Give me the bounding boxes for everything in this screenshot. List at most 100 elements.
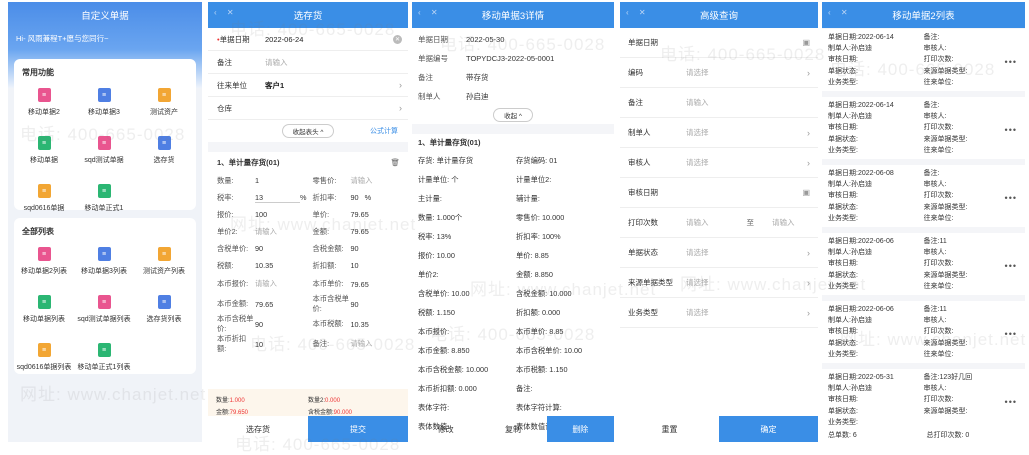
form-value[interactable]: 13 bbox=[255, 193, 300, 203]
nav-icons[interactable]: ‹ ✕ bbox=[626, 8, 650, 17]
query-row[interactable]: 来源单据类型 请选择 › bbox=[620, 268, 818, 298]
trash-icon[interactable]: 🗑 bbox=[390, 158, 400, 167]
form-value[interactable]: 79.65 bbox=[351, 280, 369, 289]
query-row[interactable]: 制单人 请选择 › bbox=[620, 118, 818, 148]
more-icon[interactable]: ••• bbox=[1005, 397, 1017, 407]
date-field[interactable]: •单据日期 2022-06-24 ✕ bbox=[208, 28, 408, 51]
form-value[interactable]: 90 bbox=[351, 300, 359, 309]
grid-item[interactable]: ≡ 移动单据2列表 bbox=[14, 241, 74, 289]
form-value[interactable]: 10 bbox=[255, 340, 263, 349]
grid-item[interactable]: ≡ 选存货 bbox=[134, 130, 194, 178]
calendar-icon[interactable]: ▣ bbox=[802, 38, 810, 47]
list-item[interactable]: 单据日期:2022-06-14 备注: 制单人:孙启迪 审核人: 审核日期: 打印次数: 单… bbox=[822, 29, 1025, 91]
query-row[interactable]: 审核日期 ▣ bbox=[620, 178, 818, 208]
query-input[interactable]: 请选择 bbox=[686, 307, 709, 318]
form-value[interactable]: 79.65 bbox=[351, 210, 369, 219]
form-cell[interactable]: 税率: 13% bbox=[217, 189, 313, 206]
partner-field[interactable]: 往来单位 客户1 › bbox=[208, 74, 408, 97]
form-value[interactable]: 79.65 bbox=[351, 227, 369, 236]
query-input[interactable]: 请输入 bbox=[686, 217, 709, 228]
select-inventory-button[interactable]: 选存货 bbox=[208, 416, 308, 442]
form-value[interactable]: 90 bbox=[255, 320, 263, 329]
query-row[interactable]: 单据状态 请选择 › bbox=[620, 238, 818, 268]
form-cell[interactable]: 本币单价: 79.65 bbox=[313, 274, 409, 294]
query-input[interactable]: 请选择 bbox=[686, 127, 709, 138]
query-row[interactable]: 单据日期 ▣ bbox=[620, 28, 818, 58]
form-cell[interactable]: 本币金额: 79.65 bbox=[217, 294, 313, 314]
list-item[interactable]: 单据日期:2022-05-31 备注:123好几回 制单人:孙启迪 审核人: 审核日期:… bbox=[822, 369, 1025, 431]
edit-button[interactable]: 修改 bbox=[412, 416, 479, 442]
form-cell[interactable]: 含税金额: 90 bbox=[313, 240, 409, 257]
form-value[interactable]: 请输入 bbox=[255, 279, 277, 289]
list-item[interactable]: 单据日期:2022-06-08 备注: 制单人:孙启迪 审核人: 审核日期: 打印次数: 单… bbox=[822, 165, 1025, 227]
form-cell[interactable]: 本币含税单价: 90 bbox=[313, 294, 409, 314]
query-row[interactable]: 审核人 请选择 › bbox=[620, 148, 818, 178]
collapse-header-button[interactable]: 收起表头 ^ bbox=[281, 124, 335, 138]
form-value[interactable]: 100 bbox=[255, 210, 267, 219]
query-input[interactable]: 请选择 bbox=[686, 277, 709, 288]
form-cell[interactable]: 单价: 79.65 bbox=[313, 206, 409, 223]
form-cell[interactable]: 本币折扣额: 10 bbox=[217, 334, 313, 354]
list-item[interactable]: 单据日期:2022-06-14 备注: 制单人:孙启迪 审核人: 审核日期: 打印次数: 单… bbox=[822, 97, 1025, 159]
query-input[interactable]: 请选择 bbox=[686, 67, 709, 78]
copy-button[interactable]: 复制 bbox=[479, 416, 546, 442]
form-value[interactable]: 10 bbox=[351, 261, 359, 270]
form-value[interactable]: 90 bbox=[351, 244, 359, 253]
query-row[interactable]: 备注 请输入 bbox=[620, 88, 818, 118]
query-row[interactable]: 打印次数 请输入 至 请输入 bbox=[620, 208, 818, 238]
reset-button[interactable]: 重置 bbox=[620, 416, 719, 442]
grid-item[interactable]: ≡ sqd测试单据 bbox=[74, 130, 134, 178]
form-cell[interactable]: 折扣率: 90% bbox=[313, 189, 409, 206]
form-cell[interactable]: 报价: 100 bbox=[217, 206, 313, 223]
calendar-icon[interactable]: ▣ bbox=[802, 188, 810, 197]
list-item[interactable]: 单据日期:2022-06-06 备注:11 制单人:孙启迪 审核人: 审核日期: 打印次数… bbox=[822, 233, 1025, 295]
query-row[interactable]: 业务类型 请选择 › bbox=[620, 298, 818, 328]
more-icon[interactable]: ••• bbox=[1005, 261, 1017, 271]
form-value[interactable]: 79.65 bbox=[255, 300, 273, 309]
grid-item[interactable]: ≡ sqd测试单据列表 bbox=[74, 289, 134, 337]
query-input-to[interactable]: 请输入 bbox=[772, 217, 795, 228]
nav-icons[interactable]: ‹ ✕ bbox=[828, 8, 852, 17]
form-value[interactable]: 10.35 bbox=[351, 320, 369, 329]
grid-item[interactable]: ≡ 移动单据2 bbox=[14, 82, 74, 130]
form-value[interactable]: 1 bbox=[255, 176, 259, 185]
form-cell[interactable]: 本币税额: 10.35 bbox=[313, 314, 409, 334]
more-icon[interactable]: ••• bbox=[1005, 125, 1017, 135]
warehouse-field[interactable]: 仓库 › bbox=[208, 97, 408, 120]
form-value[interactable]: 请输入 bbox=[351, 176, 373, 186]
grid-item[interactable]: ≡ 移动单据3列表 bbox=[74, 241, 134, 289]
grid-item[interactable]: ≡ 移动单正式1列表 bbox=[74, 337, 134, 385]
form-cell[interactable]: 本币含税单价: 90 bbox=[217, 314, 313, 334]
query-input[interactable]: 请输入 bbox=[686, 97, 709, 108]
form-cell[interactable]: 本币报价: 请输入 bbox=[217, 274, 313, 294]
form-cell[interactable]: 数量: 1 bbox=[217, 172, 313, 189]
clear-icon[interactable]: ✕ bbox=[393, 35, 402, 44]
remark-field[interactable]: 备注 请输入 bbox=[208, 51, 408, 74]
grid-item[interactable]: ≡ 测试资产 bbox=[134, 82, 194, 130]
submit-button[interactable]: 提交 bbox=[308, 416, 408, 442]
nav-icons[interactable]: ‹ ✕ bbox=[418, 8, 442, 17]
more-icon[interactable]: ••• bbox=[1005, 329, 1017, 339]
form-cell[interactable]: 税额: 10.35 bbox=[217, 257, 313, 274]
list-item[interactable]: 单据日期:2022-06-06 备注:11 制单人:孙启迪 审核人: 审核日期: 打印次数… bbox=[822, 301, 1025, 363]
grid-item[interactable]: ≡ 移动单据列表 bbox=[14, 289, 74, 337]
more-icon[interactable]: ••• bbox=[1005, 57, 1017, 67]
grid-item[interactable]: ≡ sqd0616单据列表 bbox=[14, 337, 74, 385]
grid-item[interactable]: ≡ 测试资产列表 bbox=[134, 241, 194, 289]
form-cell[interactable]: 单价2: 请输入 bbox=[217, 223, 313, 240]
grid-item[interactable]: ≡ 移动单据3 bbox=[74, 82, 134, 130]
form-value[interactable]: 10.35 bbox=[255, 261, 273, 270]
form-value[interactable]: 请输入 bbox=[255, 227, 277, 237]
nav-icons[interactable]: ‹ ✕ bbox=[214, 8, 238, 17]
formula-link[interactable]: 公式计算 bbox=[370, 126, 398, 136]
grid-item[interactable]: ≡ 选存货列表 bbox=[134, 289, 194, 337]
form-cell[interactable]: 备注: 请输入 bbox=[313, 334, 409, 354]
delete-button[interactable]: 删除 bbox=[546, 416, 614, 442]
form-value[interactable]: 90 bbox=[351, 193, 359, 202]
form-cell[interactable]: 含税单价: 90 bbox=[217, 240, 313, 257]
form-value[interactable]: 请输入 bbox=[351, 339, 373, 349]
confirm-button[interactable]: 确定 bbox=[719, 416, 818, 442]
form-value[interactable]: 90 bbox=[255, 244, 263, 253]
more-icon[interactable]: ••• bbox=[1005, 193, 1017, 203]
query-input[interactable]: 请选择 bbox=[686, 247, 709, 258]
